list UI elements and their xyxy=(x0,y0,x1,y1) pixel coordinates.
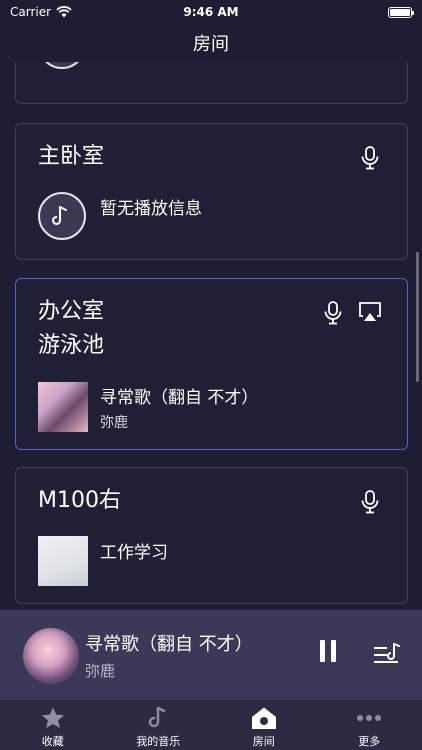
tab-rooms[interactable]: 房间 xyxy=(211,700,317,750)
player-artist: 弥鹿 xyxy=(85,662,116,680)
room-card-m100-right[interactable]: M100右 工作学习 xyxy=(15,467,408,604)
tab-label: 我的音乐 xyxy=(136,735,181,748)
music-note-icon xyxy=(145,706,171,730)
song-title: 工作学习 xyxy=(100,543,168,563)
tab-label: 收藏 xyxy=(41,735,64,748)
carrier-label: Carrier xyxy=(10,5,52,19)
room-card-partial[interactable] xyxy=(15,62,408,104)
music-note-icon xyxy=(38,192,86,240)
song-title: 寻常歌（翻自 不才） xyxy=(100,388,259,408)
battery-icon xyxy=(388,6,414,18)
pause-bar xyxy=(320,640,325,662)
now-playing-bar[interactable]: 寻常歌（翻自 不才） 弥鹿 xyxy=(0,610,422,700)
tab-my-music[interactable]: 我的音乐 xyxy=(106,700,212,750)
pause-button[interactable] xyxy=(314,640,342,668)
mic-icon[interactable] xyxy=(322,301,344,325)
page-title: 房间 xyxy=(193,34,229,55)
mic-icon[interactable] xyxy=(359,146,381,170)
star-icon xyxy=(40,706,66,730)
status-bar: Carrier 9:46 AM xyxy=(0,0,422,24)
portrait-cover xyxy=(38,382,88,432)
album-cover[interactable] xyxy=(23,628,79,684)
player-song-title: 寻常歌（翻自 不才） xyxy=(85,634,253,655)
room-name: 办公室 xyxy=(38,299,105,324)
airplay-icon[interactable] xyxy=(358,301,382,323)
home-icon xyxy=(251,706,277,730)
tab-favorites[interactable]: 收藏 xyxy=(0,700,106,750)
playlist-icon[interactable] xyxy=(372,640,402,670)
room-list[interactable]: 主卧室 暂无播放信息 办公室 游泳池 寻常歌（翻自 不才） 弥鹿 M100右 工… xyxy=(0,62,422,610)
mic-icon[interactable] xyxy=(359,490,381,514)
now-playing-text: 暂无播放信息 xyxy=(100,199,202,219)
status-left: Carrier xyxy=(10,5,72,19)
wifi-icon xyxy=(56,6,72,18)
room-name: M100右 xyxy=(38,488,121,513)
tab-bar: 收藏 我的音乐 房间 更多 xyxy=(0,700,422,750)
music-disc-icon xyxy=(38,62,86,69)
room-card-office[interactable]: 办公室 游泳池 寻常歌（翻自 不才） 弥鹿 xyxy=(15,278,408,450)
tab-more[interactable]: 更多 xyxy=(317,700,422,750)
tab-label: 更多 xyxy=(358,735,381,748)
room-card-master-bedroom[interactable]: 主卧室 暂无播放信息 xyxy=(15,123,408,260)
room-name: 主卧室 xyxy=(38,144,105,169)
tab-label: 房间 xyxy=(252,735,275,748)
white-paper-cover xyxy=(38,536,88,586)
pause-bar xyxy=(331,640,336,662)
more-dots-icon xyxy=(356,706,382,730)
room-name-secondary: 游泳池 xyxy=(38,333,105,358)
scroll-indicator[interactable] xyxy=(416,252,419,382)
song-artist: 弥鹿 xyxy=(100,415,128,431)
